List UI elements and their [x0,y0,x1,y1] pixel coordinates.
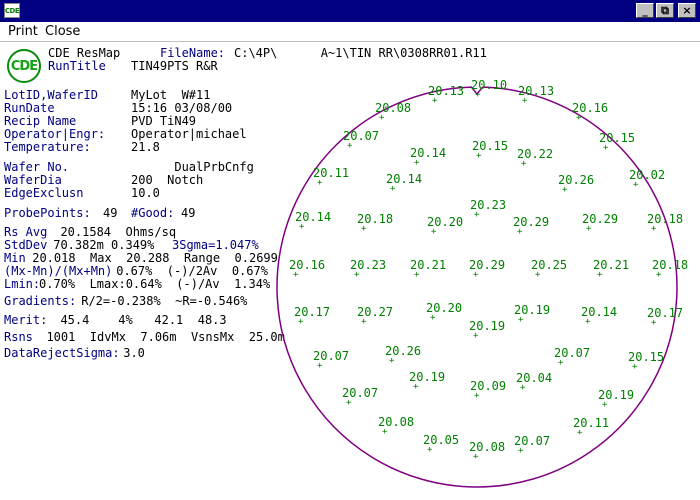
wafer-site-value: 20.09 + [470,379,507,401]
wafer-site-value: 20.19 + [514,303,551,325]
site-marker: + [346,398,352,408]
wafer-site-value: 20.22 + [517,147,554,169]
wafer-site-value: 20.19 + [598,388,635,410]
site-marker: + [518,446,524,456]
wafer-site-value: 20.14 + [295,210,332,232]
site-marker: + [518,315,524,325]
wafer-site-value: 20.29 + [582,212,619,234]
site-marker: + [299,222,305,232]
site-marker: + [414,158,420,168]
site-marker: + [354,270,360,280]
site-marker: + [473,331,479,341]
site-marker: + [558,358,564,368]
wafer-site-value: 20.14 + [581,305,618,327]
site-marker: + [427,445,433,455]
wafer-site-value: 20.23 + [350,258,387,280]
site-marker: + [361,224,367,234]
site-marker: + [474,391,480,401]
wafer-site-value: 20.25 + [531,258,568,280]
wafer-site-value: 20.18 + [647,212,684,234]
site-marker: + [293,270,299,280]
site-marker: + [562,185,568,195]
site-marker: + [577,428,583,438]
wafer-site-value: 20.07 + [554,346,591,368]
wafer-site-value: 20.08 + [375,101,412,123]
site-marker: + [586,224,592,234]
site-marker: + [521,159,527,169]
site-marker: + [656,270,662,280]
site-marker: + [382,427,388,437]
wafer-site-value: 20.11 + [573,416,610,438]
site-marker: + [379,113,385,123]
wafer-site-value: 20.18 + [357,212,394,234]
wafer-site-value: 20.07 + [514,434,551,456]
site-marker: + [414,270,420,280]
site-marker: + [298,317,304,327]
site-marker: + [413,382,419,392]
wafer-site-value: 20.26 + [558,173,595,195]
wafer-site-value: 20.16 + [572,101,609,123]
site-marker: + [347,141,353,151]
wafer-site-value: 20.29 + [469,258,506,280]
site-marker: + [633,180,639,190]
site-marker: + [432,96,438,106]
site-marker: + [473,452,479,462]
site-marker: + [389,356,395,366]
wafer-site-value: 20.13 + [428,84,465,106]
wafer-site-value: 20.14 + [410,146,447,168]
site-marker: + [520,383,526,393]
wafer-site-value: 20.11 + [313,166,350,188]
wafer-site-value: 20.07 + [342,386,379,408]
site-marker: + [361,317,367,327]
site-marker: + [576,113,582,123]
wafer-site-value: 20.29 + [513,215,550,237]
wafer-site-value: 20.15 + [628,350,665,372]
site-marker: + [475,90,481,100]
site-marker: + [597,270,603,280]
wafer-site-value: 20.23 + [470,198,507,220]
wafer-site-value: 20.15 + [599,131,636,153]
wafer-site-value: 20.21 + [410,258,447,280]
wafer-site-value: 20.05 + [423,433,460,455]
wafer-site-value: 20.04 + [516,371,553,393]
site-marker: + [431,227,437,237]
wafer-site-value: 20.20 + [426,301,463,323]
wafer-site-value: 20.19 + [469,319,506,341]
wafer-site-value: 20.13 + [518,84,555,106]
site-marker: + [474,210,480,220]
wafer-site-value: 20.27 + [357,305,394,327]
site-marker: + [522,96,528,106]
wafer-site-value: 20.19 + [409,370,446,392]
site-marker: + [390,184,396,194]
site-marker: + [430,313,436,323]
wafer-site-value: 20.07 + [313,349,350,371]
wafer-site-value: 20.08 + [378,415,415,437]
site-marker: + [535,270,541,280]
site-marker: + [317,361,323,371]
wafer-site-value: 20.07 + [343,129,380,151]
site-marker: + [517,227,523,237]
wafer-site-value: 20.14 + [386,172,423,194]
wafer-site-value: 20.26 + [385,344,422,366]
wafer-site-value: 20.16 + [289,258,326,280]
site-marker: + [317,178,323,188]
site-marker: + [602,400,608,410]
wafer-site-value: 20.08 + [469,440,506,462]
wafer-site-value: 20.15 + [472,139,509,161]
wafer-site-value: 20.02 + [629,168,666,190]
site-marker: + [651,224,657,234]
wafer-site-value: 20.18 + [652,258,689,280]
wafer-site-value: 20.21 + [593,258,630,280]
site-marker: + [603,143,609,153]
site-marker: + [585,317,591,327]
wafer-site-value: 20.17 + [647,306,684,328]
site-marker: + [476,151,482,161]
wafer-site-value: 20.17 + [294,305,331,327]
wafer-site-value: 20.20 + [427,215,464,237]
wafer-site-value: 20.10 + [471,78,508,100]
site-marker: + [473,270,479,280]
site-marker: + [632,362,638,372]
site-marker: + [651,318,657,328]
